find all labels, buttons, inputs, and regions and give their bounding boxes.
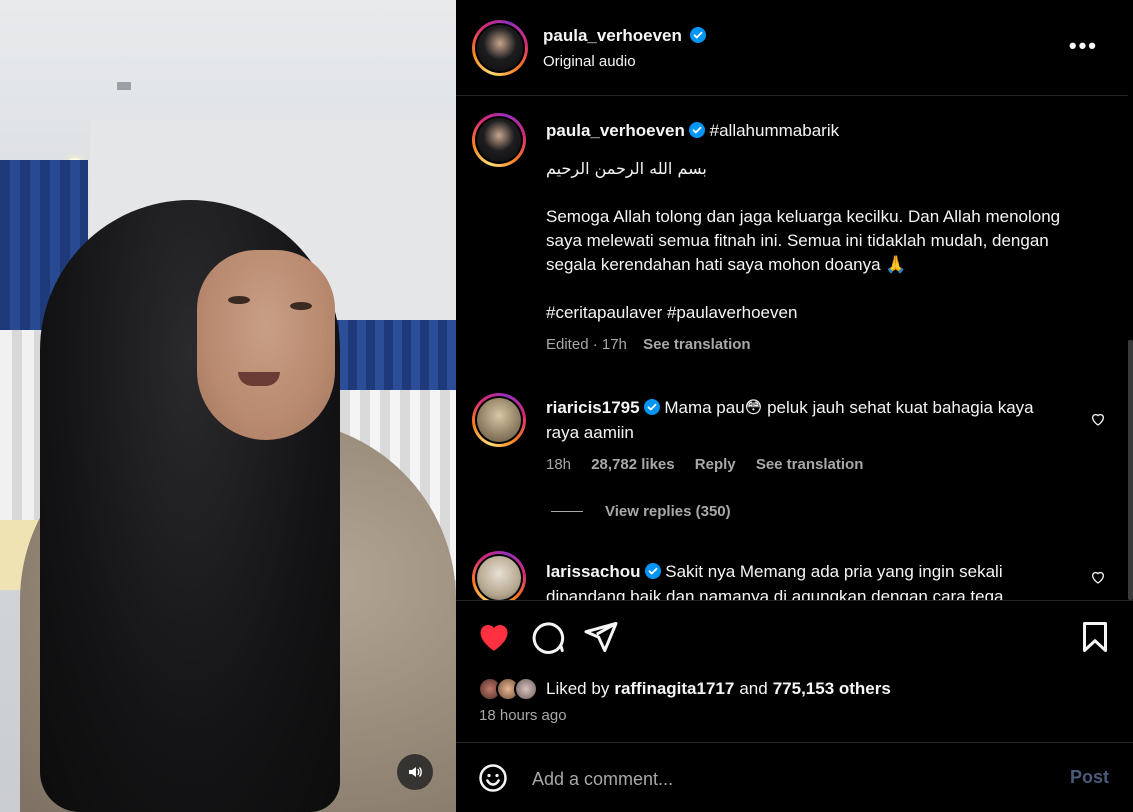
comment-time: 18h [546,456,572,473]
caption-hashtag-link[interactable]: #allahummabarik [710,121,839,140]
add-comment-bar: Post [456,744,1133,812]
save-bookmark-icon[interactable] [1077,619,1113,655]
post-header: paula_verhoeven Original audio ••• [456,0,1128,96]
caption-paragraph: Semoga Allah tolong dan jaga keluarga ke… [546,207,1061,274]
verified-badge-icon [644,563,661,579]
video-wall-hook [117,82,131,90]
video-person-face [197,250,335,440]
like-heart-icon[interactable] [476,619,512,655]
video-person-eye-left [228,296,250,304]
comment-bubble-icon[interactable] [530,619,566,655]
comments-scroll-area[interactable]: paula_verhoeven #allahummabarik بسم الله… [456,97,1128,600]
post-timestamp[interactable]: 18 hours ago [479,707,567,724]
liked-by-joiner: and [739,679,768,698]
comment-text: larissachou Sakit nya Memang ada pria ya… [546,559,1036,600]
comment-like-heart-icon[interactable] [1090,569,1106,585]
video-person-eye-right [290,302,312,310]
post-comment-button[interactable]: Post [1070,767,1109,788]
author-username[interactable]: paula_verhoeven [543,26,682,45]
commenter-username[interactable]: riaricis1795 [546,398,640,417]
author-info: paula_verhoeven Original audio [543,26,707,70]
view-replies-label: View replies (350) [605,503,731,520]
caption-author-avatar[interactable] [472,113,526,167]
view-replies-button[interactable]: View replies (350) [551,503,731,520]
video-curtain-right [330,320,456,390]
comment-see-translation-button[interactable]: See translation [756,456,864,473]
caption-edited-time: Edited · 17h [546,336,627,353]
caption-see-translation-button[interactable]: See translation [643,336,751,353]
liked-by-user-link[interactable]: raffinagita1717 [614,679,734,699]
comment-text: riaricis1795 Mama pau😳 peluk jauh sehat … [546,395,1036,445]
comment-likes-count[interactable]: 28,782 likes [591,456,674,473]
reel-video[interactable] [0,0,456,812]
caption-hashtags[interactable]: #ceritapaulaver #paulaverhoeven [546,301,1086,325]
comments-scrollbar[interactable] [1128,340,1133,600]
audio-toggle-button[interactable] [397,754,433,790]
comment-item: larissachou Sakit nya Memang ada pria ya… [456,551,1128,600]
share-paper-plane-icon[interactable] [583,619,619,655]
verified-badge-icon [688,122,705,138]
post-panel: paula_verhoeven Original audio ••• paula… [456,0,1133,812]
liker-avatars [478,677,538,701]
verified-badge-icon [690,27,707,43]
comment-reply-button[interactable]: Reply [695,456,736,473]
comment-meta: 18h 28,782 likes Reply See translation [546,456,863,473]
liked-by-prefix: Liked by [546,679,610,698]
original-audio-link[interactable]: Original audio [543,53,706,70]
comment-item: riaricis1795 Mama pau😳 peluk jauh sehat … [456,393,1128,533]
commenter-avatar[interactable] [472,393,526,447]
caption-arabic-line: بسم الله الرحمن الرحيم [546,159,707,178]
likes-count-link[interactable]: 775,153 others [773,679,891,699]
commenter-username[interactable]: larissachou [546,562,641,581]
replies-divider [551,511,583,512]
more-options-button[interactable]: ••• [1069,35,1098,57]
liked-by-summary: Liked by raffinagita1717 and 775,153 oth… [478,677,891,701]
verified-badge-icon [643,399,660,415]
speaker-icon [409,767,422,777]
comment-input[interactable] [532,767,1052,791]
liker-avatar [514,677,538,701]
caption-meta: Edited · 17h See translation [546,333,1086,357]
author-avatar[interactable] [472,20,528,76]
emoji-picker-icon[interactable] [478,763,508,793]
caption-username[interactable]: paula_verhoeven [546,121,685,140]
comment-like-heart-icon[interactable] [1090,411,1106,427]
commenter-avatar[interactable] [472,551,526,600]
post-actions: Liked by raffinagita1717 and 775,153 oth… [456,600,1133,743]
post-caption: paula_verhoeven #allahummabarik بسم الله… [546,119,1086,357]
